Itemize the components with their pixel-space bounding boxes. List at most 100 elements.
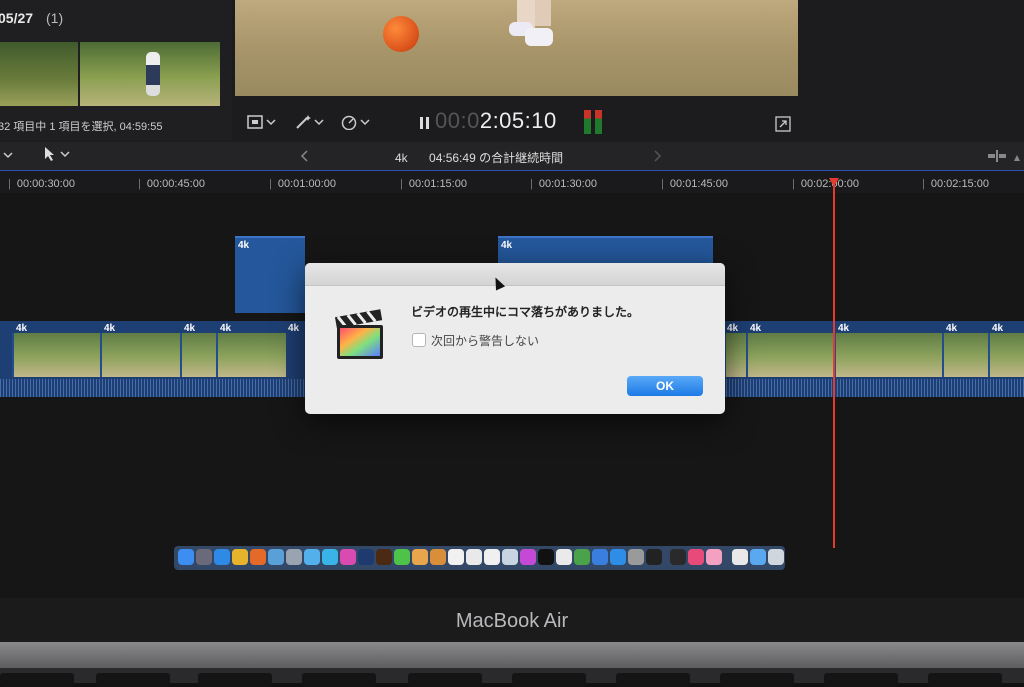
keyboard-key: [824, 673, 898, 687]
select-arrow-icon[interactable]: [42, 146, 72, 167]
clip-filmstrip[interactable]: [724, 333, 748, 377]
clip-format-label: 4k: [104, 323, 116, 334]
timeline-ruler[interactable]: 00:00:30:00 00:00:45:00 00:01:00:00 00:0…: [0, 171, 1024, 193]
clip-filmstrip[interactable]: [942, 333, 990, 377]
viewer[interactable]: [235, 0, 798, 96]
ruler-tick: 00:00:45:00: [138, 178, 205, 190]
calendar-icon[interactable]: [448, 549, 464, 565]
ok-button[interactable]: OK: [627, 376, 703, 396]
notes-icon[interactable]: [466, 549, 482, 565]
event-browser: 05/27 (1) 32 項目中 1 項目を選択, 04:59:55: [0, 0, 232, 140]
speed-icon[interactable]: [341, 114, 371, 133]
finder-icon[interactable]: [178, 549, 194, 565]
app-icon[interactable]: [688, 549, 704, 565]
keyboard-key: [928, 673, 1002, 687]
laptop-hinge: [0, 642, 1024, 668]
timeline-toolbar: 4k 04:56:49 の合計継続時間: [0, 142, 1024, 171]
preview-icon[interactable]: [268, 549, 284, 565]
playhead[interactable]: [833, 178, 835, 548]
apple-tv-icon[interactable]: [538, 549, 554, 565]
keyboard-key: [616, 673, 690, 687]
magic-wand-icon[interactable]: [295, 114, 325, 133]
ruler-tick: 00:00:30:00: [8, 178, 75, 190]
dont-warn-checkbox[interactable]: [412, 333, 426, 347]
fullscreen-icon[interactable]: [775, 116, 791, 135]
clip-format-label: 4k: [727, 323, 739, 334]
event-date: 05/27: [0, 10, 34, 26]
ruler-tick: 00:01:15:00: [400, 178, 467, 190]
clip-filmstrip[interactable]: [746, 333, 836, 377]
chevron-down-icon[interactable]: [2, 148, 14, 166]
transform-icon[interactable]: [247, 114, 277, 133]
pause-icon[interactable]: [419, 116, 431, 133]
app-icon[interactable]: [412, 549, 428, 565]
app-icon[interactable]: [394, 549, 410, 565]
clip-format-label: 4k: [501, 240, 513, 251]
project-format: 4k: [395, 151, 408, 165]
app-icon[interactable]: [322, 549, 338, 565]
clip-format-label: 4k: [750, 323, 762, 334]
safari-icon[interactable]: [214, 549, 230, 565]
keyboard-key: [302, 673, 376, 687]
audio-meter-right: [595, 110, 602, 134]
chevron-left-icon[interactable]: [300, 149, 310, 167]
clip-filmstrip[interactable]: [216, 333, 286, 377]
app-icon[interactable]: [286, 549, 302, 565]
clip-format-label: 4k: [238, 240, 250, 251]
dock: [174, 546, 785, 570]
app-icon[interactable]: [556, 549, 572, 565]
audio-meter-left: [584, 110, 591, 134]
playhead-handle[interactable]: [829, 178, 839, 187]
dont-warn-label[interactable]: 次回から警告しない: [431, 332, 539, 349]
clip-filmstrip[interactable]: [12, 333, 102, 377]
clip-format-label: 4k: [946, 323, 958, 334]
app-icon[interactable]: [706, 549, 722, 565]
launchpad-icon[interactable]: [196, 549, 212, 565]
ruler-tick: 00:01:45:00: [661, 178, 728, 190]
viewer-controls: 00:02:05:10: [235, 96, 798, 142]
messages-icon[interactable]: [304, 549, 320, 565]
dialog-titlebar[interactable]: [305, 263, 725, 286]
ruler-tick: 00:01:30:00: [530, 178, 597, 190]
keyboard-key: [198, 673, 272, 687]
photos-icon[interactable]: [340, 549, 356, 565]
clip-filmstrip[interactable]: [988, 333, 1024, 377]
keyboard-key: [96, 673, 170, 687]
app-store-icon[interactable]: [610, 549, 626, 565]
podcasts-icon[interactable]: [520, 549, 536, 565]
reminders-icon[interactable]: [484, 549, 500, 565]
alert-dialog: ビデオの再生中にコマ落ちがありました。 次回から警告しない OK: [305, 263, 725, 414]
connected-clip[interactable]: 4k: [235, 236, 305, 313]
keyboard-key: [408, 673, 482, 687]
timecode-display[interactable]: 00:02:05:10: [435, 108, 557, 134]
document-icon[interactable]: [732, 549, 748, 565]
ruler-tick: 00:01:00:00: [269, 178, 336, 190]
clip-thumbnail[interactable]: [0, 42, 78, 106]
ruler-tick: 00:02:00:00: [792, 178, 859, 190]
total-duration: 04:56:49 の合計継続時間: [429, 151, 564, 165]
clip-appearance-icon[interactable]: [988, 149, 1022, 168]
laptop-brand: MacBook Air: [455, 610, 569, 632]
keynote-icon[interactable]: [592, 549, 608, 565]
app-icon[interactable]: [430, 549, 446, 565]
dialog-message: ビデオの再生中にコマ落ちがありました。: [411, 305, 640, 319]
timecode-dim: 00:0: [435, 108, 480, 133]
photoshop-icon[interactable]: [358, 549, 374, 565]
clip-filmstrip[interactable]: [180, 333, 218, 377]
chrome-icon[interactable]: [232, 549, 248, 565]
illustrator-icon[interactable]: [376, 549, 392, 565]
system-preferences-icon[interactable]: [628, 549, 644, 565]
firefox-icon[interactable]: [250, 549, 266, 565]
keyboard-key: [720, 673, 794, 687]
folder-icon[interactable]: [750, 549, 766, 565]
final-cut-dock-icon[interactable]: [670, 549, 686, 565]
keyboard-key: [512, 673, 586, 687]
terminal-icon[interactable]: [646, 549, 662, 565]
clip-format-label: 4k: [16, 323, 28, 334]
chevron-right-icon[interactable]: [652, 149, 662, 167]
numbers-icon[interactable]: [574, 549, 590, 565]
clip-filmstrip[interactable]: [834, 333, 944, 377]
app-icon[interactable]: [502, 549, 518, 565]
clip-filmstrip[interactable]: [100, 333, 182, 377]
trash-icon[interactable]: [768, 549, 784, 565]
